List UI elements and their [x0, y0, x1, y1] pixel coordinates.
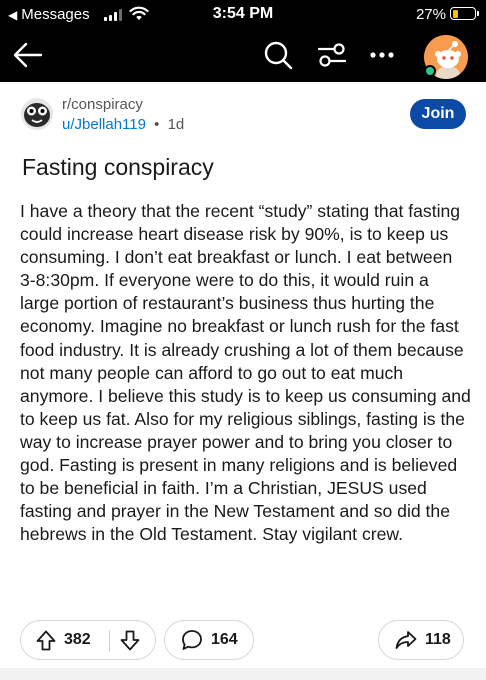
battery-percent: 27% — [415, 6, 446, 23]
share-button[interactable]: 118 — [378, 620, 464, 660]
comments-button[interactable]: 164 — [164, 620, 254, 660]
status-time: 3:54 PM — [212, 5, 274, 22]
comment-icon — [182, 630, 202, 650]
battery-fill — [452, 9, 458, 18]
subreddit-name[interactable]: r/conspiracy — [62, 96, 143, 113]
post-meta: u/Jbellah119 • 1d — [62, 116, 184, 133]
status-bar: ◀ Messages 3:54 PM 27% — [0, 0, 486, 28]
filter-button[interactable] — [312, 28, 352, 82]
post-body: I have a theory that the recent “study” … — [20, 201, 471, 545]
downvote-icon — [120, 630, 140, 651]
post-actions: 382 164 118 — [0, 620, 486, 664]
share-count: 118 — [425, 631, 451, 648]
post-age: 1d — [167, 116, 185, 133]
vote-control: 382 — [20, 620, 156, 660]
search-icon — [264, 41, 293, 70]
upvote-count: 382 — [64, 631, 91, 648]
back-button[interactable] — [8, 28, 48, 82]
back-arrow-icon — [13, 42, 43, 68]
downvote-button[interactable] — [120, 630, 140, 656]
vote-divider — [109, 630, 110, 652]
share-icon — [395, 631, 417, 649]
more-dots-icon — [370, 52, 394, 58]
filter-sliders-icon — [317, 43, 347, 67]
nav-bar — [0, 28, 486, 82]
more-button[interactable] — [364, 28, 400, 82]
online-status-dot — [424, 65, 436, 77]
user-avatar-button[interactable] — [424, 35, 468, 79]
author-link[interactable]: u/Jbellah119 — [62, 116, 146, 133]
meta-separator: • — [154, 116, 160, 133]
post-header: r/conspiracy u/Jbellah119 • 1d Join — [0, 82, 486, 142]
bottom-divider — [0, 668, 486, 680]
search-button[interactable] — [258, 28, 298, 82]
upvote-button[interactable]: 382 — [21, 630, 91, 651]
battery-icon — [450, 7, 479, 20]
subreddit-avatar-icon — [21, 98, 53, 130]
comment-count: 164 — [211, 631, 238, 648]
subreddit-icon[interactable] — [21, 98, 53, 130]
post-title: Fasting conspiracy — [22, 154, 214, 180]
join-button[interactable]: Join — [410, 99, 466, 129]
upvote-icon — [36, 630, 56, 650]
